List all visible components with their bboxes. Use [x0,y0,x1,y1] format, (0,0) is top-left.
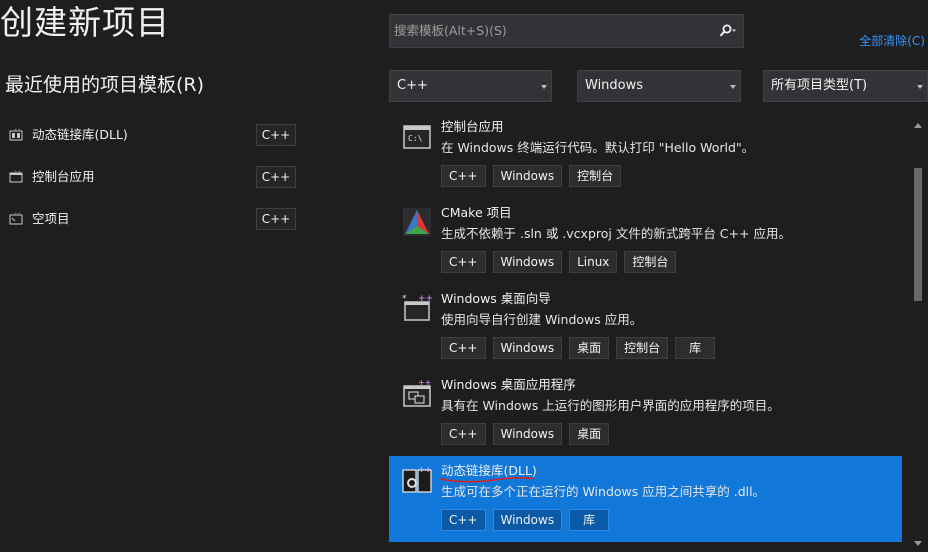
scroll-down-icon[interactable] [914,541,922,546]
search-box[interactable]: 搜索模板(Alt+S)(S) [389,14,744,48]
svg-text:++: ++ [418,294,433,304]
chevron-down-icon [730,85,736,89]
template-description: 在 Windows 终端运行代码。默认打印 "Hello World"。 [441,140,755,155]
tag: Windows [492,251,563,273]
platform-filter-value: Windows [585,78,644,93]
console-icon: ++ [9,170,23,183]
language-tag: C++ [256,208,296,230]
svg-text:++: ++ [14,212,21,216]
template-list: C:\ 控制台应用 在 Windows 终端运行代码。默认打印 "Hello W… [389,112,904,552]
dll-icon: ++ [9,128,23,141]
tag: Linux [569,251,618,273]
recent-templates-heading: 最近使用的项目模板(R) [5,74,205,96]
svg-text:++: ++ [418,378,431,387]
template-item-cmake[interactable]: CMake 项目 生成不依赖于 .sln 或 .vcxproj 文件的新式跨平台… [389,198,902,284]
template-title: CMake 项目 [441,205,512,220]
project-type-filter[interactable]: 所有项目类型(T) [763,70,928,102]
desktop-app-icon: ++ [403,378,431,407]
svg-text:++: ++ [418,465,431,474]
tag: 桌面 [569,423,610,445]
tag: Windows [492,165,563,187]
search-button[interactable] [711,15,743,47]
recent-item-label: 空项目 [32,211,70,226]
tag: 库 [569,509,610,531]
dll-template-icon: ++ [402,465,432,493]
template-description: 具有在 Windows 上运行的图形用户界面的应用程序的项目。 [441,398,780,413]
template-description: 生成不依赖于 .sln 或 .vcxproj 文件的新式跨平台 C++ 应用。 [441,226,791,241]
template-item-dll[interactable]: ++ 动态链接库(DLL) 生成可在多个正在运行的 Windows 应用之间共享… [389,456,902,542]
project-type-filter-value: 所有项目类型(T) [771,78,868,93]
tag: 控制台 [616,337,669,359]
tag: 控制台 [569,165,622,187]
tag: C++ [441,165,486,187]
recent-item-label: 动态链接库(DLL) [32,127,128,142]
search-icon [719,24,736,37]
console-app-icon: C:\ [403,125,431,149]
clear-all-link[interactable]: 全部清除(C) [859,33,925,49]
page-title: 创建新项目 [0,3,170,42]
recent-item-label: 控制台应用 [32,169,95,184]
recent-item-dll[interactable]: ++ 动态链接库(DLL) C++ [0,122,300,148]
svg-text:C:\: C:\ [408,134,423,143]
template-item-console-app[interactable]: C:\ 控制台应用 在 Windows 终端运行代码。默认打印 "Hello W… [389,112,902,198]
template-item-desktop-wizard[interactable]: * ++ Windows 桌面向导 使用向导自行创建 Windows 应用。 C… [389,284,902,370]
tag: C++ [441,251,486,273]
wizard-icon: * ++ [402,294,433,321]
platform-filter[interactable]: Windows [577,70,741,102]
tag: 库 [675,337,716,359]
recent-item-empty-project[interactable]: ++ 空项目 C++ [0,206,300,232]
tag: C++ [441,337,486,359]
tag: 桌面 [569,337,610,359]
template-title: Windows 桌面向导 [441,291,551,306]
tag: 控制台 [624,251,677,273]
template-title: Windows 桌面应用程序 [441,377,576,392]
chevron-down-icon [541,85,547,89]
empty-project-icon: ++ [9,212,23,225]
template-item-desktop-app[interactable]: ++ Windows 桌面应用程序 具有在 Windows 上运行的图形用户界面… [389,370,902,456]
chevron-down-icon [917,85,923,89]
language-tag: C++ [256,166,296,188]
scrollbar-thumb[interactable] [914,168,922,301]
language-filter-value: C++ [397,78,428,93]
svg-text:++: ++ [14,170,21,174]
cmake-icon [403,208,431,236]
scroll-up-icon[interactable] [914,123,922,128]
tag: C++ [441,423,486,445]
svg-text:++: ++ [14,128,21,132]
tag: Windows [492,509,563,531]
tag: C++ [441,509,486,531]
recent-item-console[interactable]: ++ 控制台应用 C++ [0,164,300,190]
tag: Windows [492,337,563,359]
svg-text:*: * [402,294,407,304]
tag: Windows [492,423,563,445]
language-filter[interactable]: C++ [389,70,552,102]
template-description: 生成可在多个正在运行的 Windows 应用之间共享的 .dll。 [441,484,766,499]
template-list-scrollbar[interactable] [910,118,926,552]
search-input[interactable]: 搜索模板(Alt+S)(S) [394,15,507,47]
template-description: 使用向导自行创建 Windows 应用。 [441,312,643,327]
template-title: 控制台应用 [441,119,504,134]
language-tag: C++ [256,124,296,146]
